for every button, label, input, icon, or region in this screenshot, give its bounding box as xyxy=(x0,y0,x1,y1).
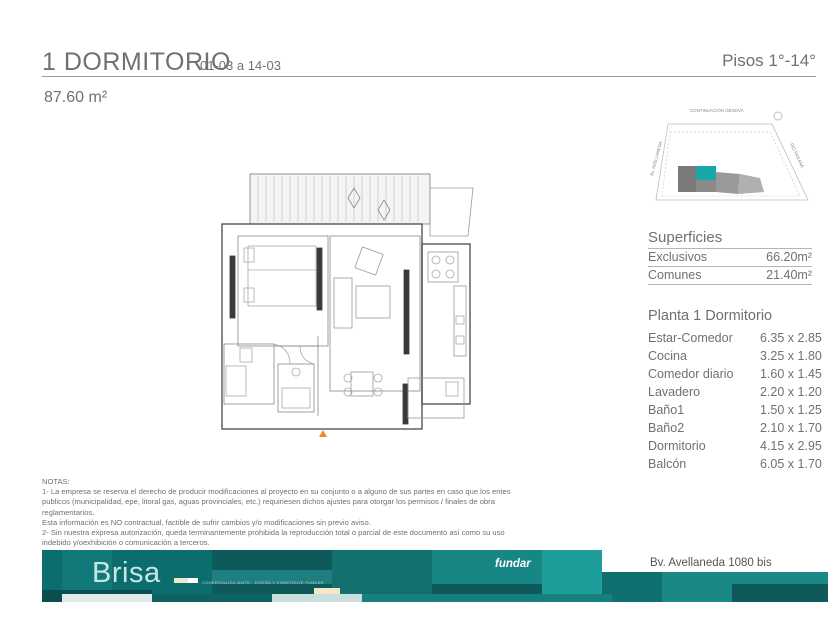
surfaces-divider xyxy=(648,248,812,249)
room-row: Lavadero 2.20 x 1.20 xyxy=(648,385,822,402)
room-row: Estar-Comedor 6.35 x 2.85 xyxy=(648,331,822,348)
floor-plan-drawing xyxy=(221,173,474,437)
street-left-label: Bv. AVELLANEDA xyxy=(649,141,663,177)
room-row: Cocina 3.25 x 1.80 xyxy=(648,349,822,366)
room-label: Baño2 xyxy=(648,421,685,435)
north-arrow-marker xyxy=(319,430,327,437)
room-label: Baño1 xyxy=(648,403,685,417)
room-dimensions: 6.35 x 2.85 xyxy=(760,331,822,345)
notes-heading: NOTAS: xyxy=(42,477,70,486)
site-key-plan: CONTINUACIÓN GÉNOVA Bv. AVELLANEDA RIO P… xyxy=(649,108,809,201)
notes-line: 2- Sin nuestra expresa autorización, que… xyxy=(42,528,505,538)
room-row: Baño2 2.10 x 1.70 xyxy=(648,421,822,438)
surface-label: Comunes xyxy=(648,268,702,282)
room-row: Comedor diario 1.60 x 1.45 xyxy=(648,367,822,384)
room-row: Balcón 6.05 x 1.70 xyxy=(648,457,822,474)
developer-logo: fundar xyxy=(495,558,531,570)
room-dimensions: 1.50 x 1.25 xyxy=(760,403,822,417)
surfaces-divider xyxy=(648,266,812,267)
legal-notes: NOTAS: 1- La empresa se reserva el derec… xyxy=(42,477,562,548)
surface-value: 21.40m² xyxy=(766,268,812,282)
room-label: Estar-Comedor xyxy=(648,331,733,345)
room-dimensions: 2.20 x 1.20 xyxy=(760,385,822,399)
notes-line: publicos (municipalidad, epe, litoral ga… xyxy=(42,497,495,507)
notes-line: indebido y/oexhibición o comunicación a … xyxy=(42,538,210,548)
room-dimensions: 1.60 x 1.45 xyxy=(760,367,822,381)
room-label: Balcón xyxy=(648,457,687,471)
room-row: Dormitorio 4.15 x 2.95 xyxy=(648,439,822,456)
surface-value: 66.20m² xyxy=(766,250,812,264)
room-label: Comedor diario xyxy=(648,367,734,381)
floors-range: Pisos 1°-14° xyxy=(722,51,816,70)
total-area: 87.60 m² xyxy=(44,89,108,106)
room-row: Baño1 1.50 x 1.25 xyxy=(648,403,822,420)
building-address: Bv. Avellaneda 1080 bis xyxy=(650,557,772,569)
title-row: 1 DORMITORIO 01-03 a 14-03 Pisos 1°-14° xyxy=(42,46,816,78)
surfaces-divider xyxy=(648,284,812,285)
room-dimensions: 4.15 x 2.95 xyxy=(760,439,822,453)
footer-tagline: COMERCIALIZA IANTO · DISEÑA Y CONSTRUYE … xyxy=(202,581,324,585)
room-label: Lavadero xyxy=(648,385,701,399)
room-label: Cocina xyxy=(648,349,687,363)
room-dimensions: 3.25 x 1.80 xyxy=(760,349,822,363)
title-divider xyxy=(42,76,816,77)
room-dimensions: 2.10 x 1.70 xyxy=(760,421,822,435)
surface-row: Comunes 21.40m² xyxy=(648,268,812,285)
surface-row: Exclusivos 66.20m² xyxy=(648,250,812,267)
surface-label: Exclusivos xyxy=(648,250,708,264)
balcony-area xyxy=(249,173,474,237)
notes-line: reglamentarios. xyxy=(42,507,95,517)
street-top-label: CONTINUACIÓN GÉNOVA xyxy=(690,108,744,113)
notes-line: 1- La empresa se reserva el derecho de p… xyxy=(42,487,511,497)
room-dimensions: 6.05 x 1.70 xyxy=(760,457,822,471)
surfaces-heading: Superficies xyxy=(648,229,723,246)
room-label: Dormitorio xyxy=(648,439,706,453)
brand-logo-brisa: Brisa xyxy=(92,557,161,589)
rooms-heading: Planta 1 Dormitorio xyxy=(648,308,773,324)
unit-numbers: 01-03 a 14-03 xyxy=(200,58,281,73)
notes-line: Esta información es NO contractual, fact… xyxy=(42,517,371,527)
